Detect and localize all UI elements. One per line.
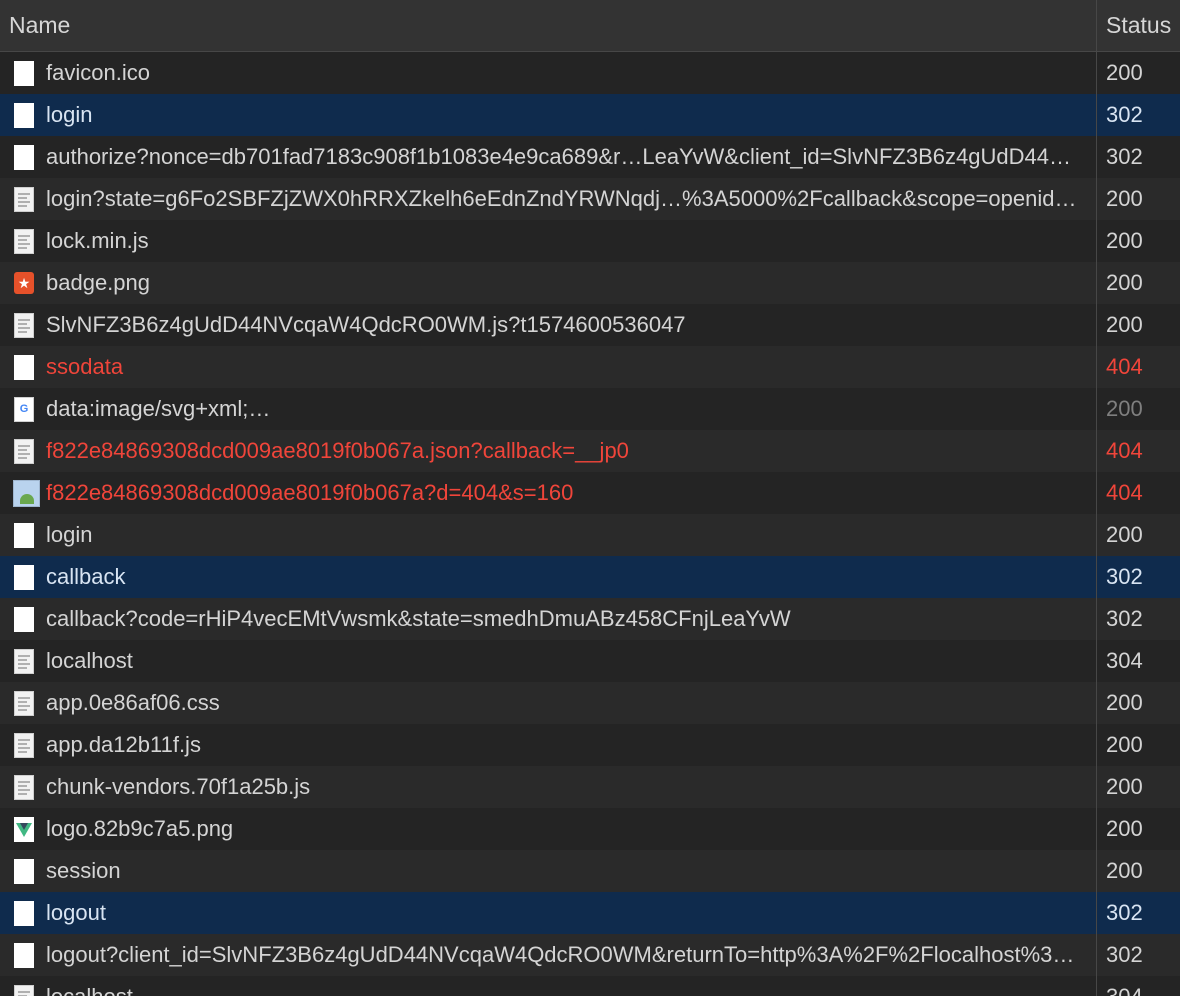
script-icon: [14, 187, 34, 212]
request-name[interactable]: logo.82b9c7a5.png: [46, 808, 1086, 850]
request-rows: favicon.ico 200 login 302 authorize?nonce=db…: [0, 52, 1180, 996]
image-icon: [13, 480, 40, 507]
request-name[interactable]: logout: [46, 892, 1086, 934]
request-status: 200: [1106, 60, 1143, 85]
request-status: 302: [1106, 144, 1143, 169]
request-status: 200: [1106, 690, 1143, 715]
request-status: 302: [1106, 942, 1143, 967]
request-name[interactable]: ssodata: [46, 346, 1086, 388]
document-icon: [14, 565, 34, 590]
request-name[interactable]: data:image/svg+xml;…: [46, 388, 1086, 430]
request-name[interactable]: lock.min.js: [46, 220, 1086, 262]
table-row[interactable]: login 200: [0, 514, 1180, 556]
auth0-badge-icon: ★: [14, 272, 34, 294]
script-icon: [14, 313, 34, 338]
request-name[interactable]: SlvNFZ3B6z4gUdD44NVcqaW4QdcRO0WM.js?t157…: [46, 304, 1086, 346]
request-name[interactable]: callback?code=rHiP4vecEMtVwsmk&state=sme…: [46, 598, 1086, 640]
table-row[interactable]: localhost 304: [0, 640, 1180, 682]
document-icon: [14, 523, 34, 548]
request-status: 200: [1106, 522, 1143, 547]
request-status: 200: [1106, 312, 1143, 337]
request-status: 200: [1106, 858, 1143, 883]
table-row[interactable]: authorize?nonce=db701fad7183c908f1b1083e…: [0, 136, 1180, 178]
request-status: 200: [1106, 732, 1143, 757]
table-row[interactable]: logout?client_id=SlvNFZ3B6z4gUdD44NVcqaW…: [0, 934, 1180, 976]
table-row[interactable]: ★ badge.png 200: [0, 262, 1180, 304]
column-divider[interactable]: [1096, 0, 1097, 996]
request-name[interactable]: chunk-vendors.70f1a25b.js: [46, 766, 1086, 808]
document-icon: [14, 901, 34, 926]
request-name[interactable]: login?state=g6Fo2SBFZjZWX0hRRXZkelh6eEdn…: [46, 178, 1086, 220]
request-name[interactable]: login: [46, 514, 1086, 556]
request-status: 200: [1106, 186, 1143, 211]
request-status: 302: [1106, 564, 1143, 589]
document-icon: [14, 61, 34, 86]
request-name[interactable]: app.da12b11f.js: [46, 724, 1086, 766]
table-row[interactable]: lock.min.js 200: [0, 220, 1180, 262]
document-icon: [14, 943, 34, 968]
script-icon: [14, 691, 34, 716]
document-icon: [14, 607, 34, 632]
request-status: 200: [1106, 228, 1143, 253]
table-row[interactable]: callback 302: [0, 556, 1180, 598]
request-status: 200: [1106, 816, 1143, 841]
document-icon: [14, 859, 34, 884]
table-row[interactable]: ssodata 404: [0, 346, 1180, 388]
request-status: 200: [1106, 396, 1143, 421]
request-name[interactable]: badge.png: [46, 262, 1086, 304]
request-status: 302: [1106, 900, 1143, 925]
request-status: 302: [1106, 606, 1143, 631]
script-icon: [14, 439, 34, 464]
table-row[interactable]: logo.82b9c7a5.png 200: [0, 808, 1180, 850]
document-icon: [14, 103, 34, 128]
vue-logo-icon: [14, 817, 34, 842]
table-row[interactable]: login 302: [0, 94, 1180, 136]
table-row[interactable]: logout 302: [0, 892, 1180, 934]
request-name[interactable]: app.0e86af06.css: [46, 682, 1086, 724]
table-row[interactable]: chunk-vendors.70f1a25b.js 200: [0, 766, 1180, 808]
table-row[interactable]: f822e84869308dcd009ae8019f0b067a?d=404&s…: [0, 472, 1180, 514]
table-row[interactable]: login?state=g6Fo2SBFZjZWX0hRRXZkelh6eEdn…: [0, 178, 1180, 220]
document-icon: [14, 355, 34, 380]
request-status: 200: [1106, 774, 1143, 799]
request-name[interactable]: authorize?nonce=db701fad7183c908f1b1083e…: [46, 136, 1086, 178]
table-row[interactable]: app.da12b11f.js 200: [0, 724, 1180, 766]
request-name[interactable]: callback: [46, 556, 1086, 598]
request-status: 304: [1106, 648, 1143, 673]
request-status: 404: [1106, 354, 1143, 379]
script-icon: [14, 985, 34, 996]
request-name[interactable]: f822e84869308dcd009ae8019f0b067a.json?ca…: [46, 430, 1086, 472]
request-name[interactable]: login: [46, 94, 1086, 136]
table-row[interactable]: f822e84869308dcd009ae8019f0b067a.json?ca…: [0, 430, 1180, 472]
request-name[interactable]: favicon.ico: [46, 52, 1086, 94]
google-icon: G: [14, 397, 34, 422]
table-row[interactable]: Gdata:image/svg+xml;… 200: [0, 388, 1180, 430]
name-column-header[interactable]: Name: [9, 0, 70, 51]
table-row[interactable]: app.0e86af06.css 200: [0, 682, 1180, 724]
script-icon: [14, 775, 34, 800]
table-row[interactable]: localhost 304: [0, 976, 1180, 996]
request-name[interactable]: session: [46, 850, 1086, 892]
table-header: Name Status: [0, 0, 1180, 52]
table-row[interactable]: callback?code=rHiP4vecEMtVwsmk&state=sme…: [0, 598, 1180, 640]
request-name[interactable]: localhost: [46, 976, 1086, 996]
request-name[interactable]: logout?client_id=SlvNFZ3B6z4gUdD44NVcqaW…: [46, 934, 1086, 976]
request-status: 404: [1106, 438, 1143, 463]
network-request-table: Name Status favicon.ico 200 login 302 author…: [0, 0, 1180, 996]
script-icon: [14, 229, 34, 254]
request-status: 404: [1106, 480, 1143, 505]
request-status: 302: [1106, 102, 1143, 127]
request-name[interactable]: localhost: [46, 640, 1086, 682]
table-row[interactable]: SlvNFZ3B6z4gUdD44NVcqaW4QdcRO0WM.js?t157…: [0, 304, 1180, 346]
request-status: 304: [1106, 976, 1143, 996]
document-icon: [14, 145, 34, 170]
script-icon: [14, 649, 34, 674]
table-row[interactable]: session 200: [0, 850, 1180, 892]
request-status: 200: [1106, 270, 1143, 295]
table-row[interactable]: favicon.ico 200: [0, 52, 1180, 94]
script-icon: [14, 733, 34, 758]
status-column-header[interactable]: Status: [1106, 0, 1171, 51]
request-name[interactable]: f822e84869308dcd009ae8019f0b067a?d=404&s…: [46, 472, 1086, 514]
